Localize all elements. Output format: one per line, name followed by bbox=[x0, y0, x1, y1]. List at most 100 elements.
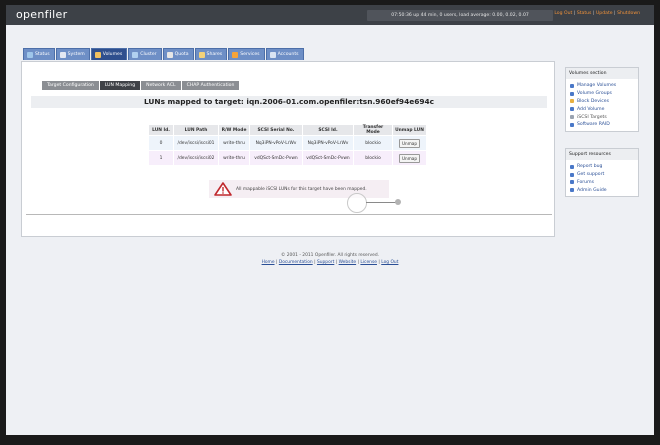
cell-scsi-serial: vdQSct-SmDc-Pvwn bbox=[249, 150, 303, 166]
subtab-chap-authentication[interactable]: CHAP Authentication bbox=[181, 81, 240, 90]
subtab-network-acl[interactable]: Network ACL bbox=[141, 81, 181, 90]
sidebar-item-add-volume[interactable]: Add Volume bbox=[570, 105, 638, 113]
sidebar-item-report-bug[interactable]: Report bug bbox=[570, 163, 638, 171]
support-resources-box: Support resources Report bug Get support… bbox=[565, 148, 639, 198]
sidebar-item-forums[interactable]: Forums bbox=[570, 179, 638, 187]
col-transfer-mode: Transfer Mode bbox=[353, 124, 393, 136]
heading-bar: LUNs mapped to target: iqn.2006-01.com.o… bbox=[31, 96, 547, 108]
shutdown-link[interactable]: Shutdown bbox=[617, 11, 640, 16]
sidebar-item-volume-groups[interactable]: Volume Groups bbox=[570, 90, 638, 98]
footer-link-home[interactable]: Home bbox=[262, 260, 275, 265]
tab-services[interactable]: Services bbox=[228, 48, 265, 60]
table-row: 0 /dev/iscsi/iscsi01 write-thru Nq3iPN-v… bbox=[148, 135, 427, 151]
cell-lun-path: /dev/iscsi/iscsi01 bbox=[173, 135, 219, 151]
sidebar-item-manage-volumes[interactable]: Manage Volumes bbox=[570, 82, 638, 90]
cursor-line bbox=[366, 202, 396, 203]
col-lun-id: LUN Id. bbox=[148, 124, 174, 136]
cell-scsi-serial: Nq3iPN-vPoV-LrWv bbox=[249, 135, 303, 151]
lun-table: LUN Id. LUN Path R/W Mode SCSI Serial No… bbox=[148, 124, 427, 166]
add-volume-icon bbox=[570, 107, 574, 112]
tab-shares[interactable]: Shares bbox=[194, 48, 228, 60]
sub-tabs: Target Configuration LUN Mapping Network… bbox=[42, 81, 240, 90]
col-lun-path: LUN Path bbox=[173, 124, 219, 136]
volume-groups-icon bbox=[570, 91, 574, 96]
subtab-lun-mapping[interactable]: LUN Mapping bbox=[99, 81, 141, 90]
shares-icon bbox=[198, 51, 205, 58]
cell-rw-mode: write-thru bbox=[218, 135, 250, 151]
system-icon bbox=[59, 51, 66, 58]
sidebar-item-get-support[interactable]: Get support bbox=[570, 171, 638, 179]
volumes-section-box: Volumes section Manage Volumes Volume Gr… bbox=[565, 67, 639, 132]
update-link[interactable]: Update bbox=[596, 11, 613, 16]
tab-system[interactable]: System bbox=[55, 48, 90, 60]
main-content-panel: Target Configuration LUN Mapping Network… bbox=[21, 61, 555, 237]
cell-rw-mode: write-thru bbox=[218, 150, 250, 166]
unmap-button[interactable]: Unmap bbox=[398, 153, 421, 163]
table-header-row: LUN Id. LUN Path R/W Mode SCSI Serial No… bbox=[148, 124, 427, 136]
col-rw-mode: R/W Mode bbox=[218, 124, 250, 136]
quota-icon bbox=[166, 51, 173, 58]
forums-icon bbox=[570, 180, 574, 185]
sidebar-item-admin-guide[interactable]: Admin Guide bbox=[570, 186, 638, 194]
services-icon bbox=[232, 51, 239, 58]
tab-status[interactable]: Status bbox=[23, 48, 55, 60]
get-support-icon bbox=[570, 172, 574, 177]
footer-link-license[interactable]: License bbox=[360, 260, 377, 265]
admin-guide-icon bbox=[570, 188, 574, 193]
tab-accounts[interactable]: Accounts bbox=[265, 48, 304, 60]
top-links: Log Out | Status | Update | Shutdown bbox=[554, 11, 640, 16]
cursor-knob-icon bbox=[395, 199, 401, 205]
logout-link[interactable]: Log Out bbox=[554, 11, 572, 16]
cell-unmap: Unmap bbox=[392, 135, 427, 151]
status-link[interactable]: Status bbox=[577, 11, 592, 16]
sidebar-item-block-devices[interactable]: Block Devices bbox=[570, 98, 638, 106]
top-bar: openfiler 07:50:36 up 44 min, 0 users, l… bbox=[6, 5, 654, 25]
accounts-icon bbox=[269, 51, 276, 58]
software-raid-icon bbox=[570, 122, 574, 127]
footer-link-support[interactable]: Support bbox=[317, 260, 334, 265]
volumes-icon bbox=[94, 51, 101, 58]
tab-volumes[interactable]: Volumes bbox=[90, 48, 128, 60]
col-unmap-lun: Unmap LUN bbox=[392, 124, 427, 136]
subtab-target-configuration[interactable]: Target Configuration bbox=[42, 81, 99, 90]
status-icon bbox=[27, 51, 33, 58]
cell-scsi-id: Nq3iPN-vPoV-LrWv bbox=[302, 135, 354, 151]
cell-scsi-id: vdQSct-SmDc-Pvwn bbox=[302, 150, 354, 166]
footer-links: Home | Documentation | Support | Website… bbox=[261, 260, 399, 265]
cell-unmap: Unmap bbox=[392, 150, 427, 166]
sidebar-item-software-raid[interactable]: Software RAID bbox=[570, 121, 638, 129]
content-divider bbox=[26, 214, 552, 215]
support-resources-title: Support resources bbox=[566, 149, 638, 160]
manage-volumes-icon bbox=[570, 83, 574, 88]
cursor-ring-icon bbox=[347, 193, 367, 213]
cell-lun-path: /dev/iscsi/iscsi02 bbox=[173, 150, 219, 166]
footer-link-logout[interactable]: Log Out bbox=[381, 260, 398, 265]
report-bug-icon bbox=[570, 164, 574, 169]
volumes-section-title: Volumes section bbox=[566, 68, 638, 79]
alert-message: All mappable iSCSI LUNs for this target … bbox=[236, 186, 367, 192]
tab-quota[interactable]: Quota bbox=[162, 48, 194, 60]
footer-link-documentation[interactable]: Documentation bbox=[279, 260, 313, 265]
iscsi-targets-icon bbox=[570, 115, 574, 120]
main-nav-tabs: Status System Volumes Cluster Quota Shar… bbox=[23, 48, 305, 60]
tab-cluster[interactable]: Cluster bbox=[128, 48, 162, 60]
table-row: 1 /dev/iscsi/iscsi02 write-thru vdQSct-S… bbox=[148, 150, 427, 166]
cell-transfer-mode: blockio bbox=[353, 135, 393, 151]
unmap-button[interactable]: Unmap bbox=[398, 138, 421, 148]
warning-icon bbox=[214, 182, 232, 196]
cell-lun-id: 1 bbox=[148, 150, 174, 166]
col-scsi-id: SCSI Id. bbox=[302, 124, 354, 136]
browser-frame: openfiler 07:50:36 up 44 min, 0 users, l… bbox=[6, 5, 654, 435]
block-devices-icon bbox=[570, 99, 574, 104]
cell-lun-id: 0 bbox=[148, 135, 174, 151]
page-title: LUNs mapped to target: iqn.2006-01.com.o… bbox=[143, 97, 435, 106]
copyright: © 2001 - 2011 Openfiler. All rights rese… bbox=[280, 253, 380, 258]
footer-link-website[interactable]: Website bbox=[339, 260, 357, 265]
sidebar-item-iscsi-targets[interactable]: iSCSI Targets bbox=[570, 113, 638, 121]
col-scsi-serial: SCSI Serial No. bbox=[249, 124, 303, 136]
cluster-icon bbox=[132, 51, 139, 58]
openfiler-logo: openfiler bbox=[16, 8, 68, 21]
page-footer: © 2001 - 2011 Openfiler. All rights rese… bbox=[6, 253, 654, 265]
uptime-status: 07:50:36 up 44 min, 0 users, load averag… bbox=[367, 10, 553, 21]
cell-transfer-mode: blockio bbox=[353, 150, 393, 166]
